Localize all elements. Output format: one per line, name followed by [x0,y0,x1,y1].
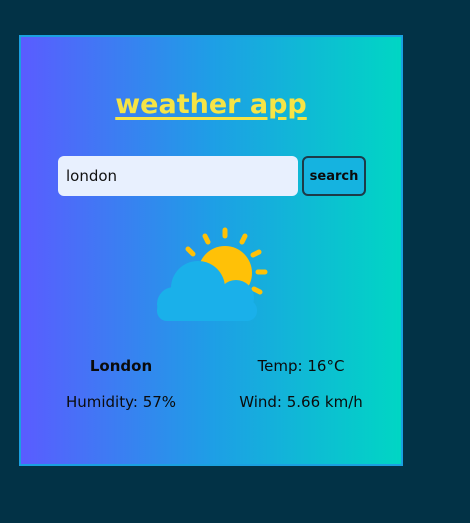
city-name: London [89,357,153,375]
search-button[interactable]: search [302,156,366,196]
weather-card: weather app search London Temp: 16°C Hum… [19,35,403,466]
wind-speed: Wind: 5.66 km/h [239,393,363,411]
app-title: weather app [115,89,307,120]
city-search-input[interactable] [58,156,298,196]
partly-cloudy-icon [157,227,268,321]
temperature: Temp: 16°C [257,357,345,375]
humidity: Humidity: 57% [65,393,177,411]
